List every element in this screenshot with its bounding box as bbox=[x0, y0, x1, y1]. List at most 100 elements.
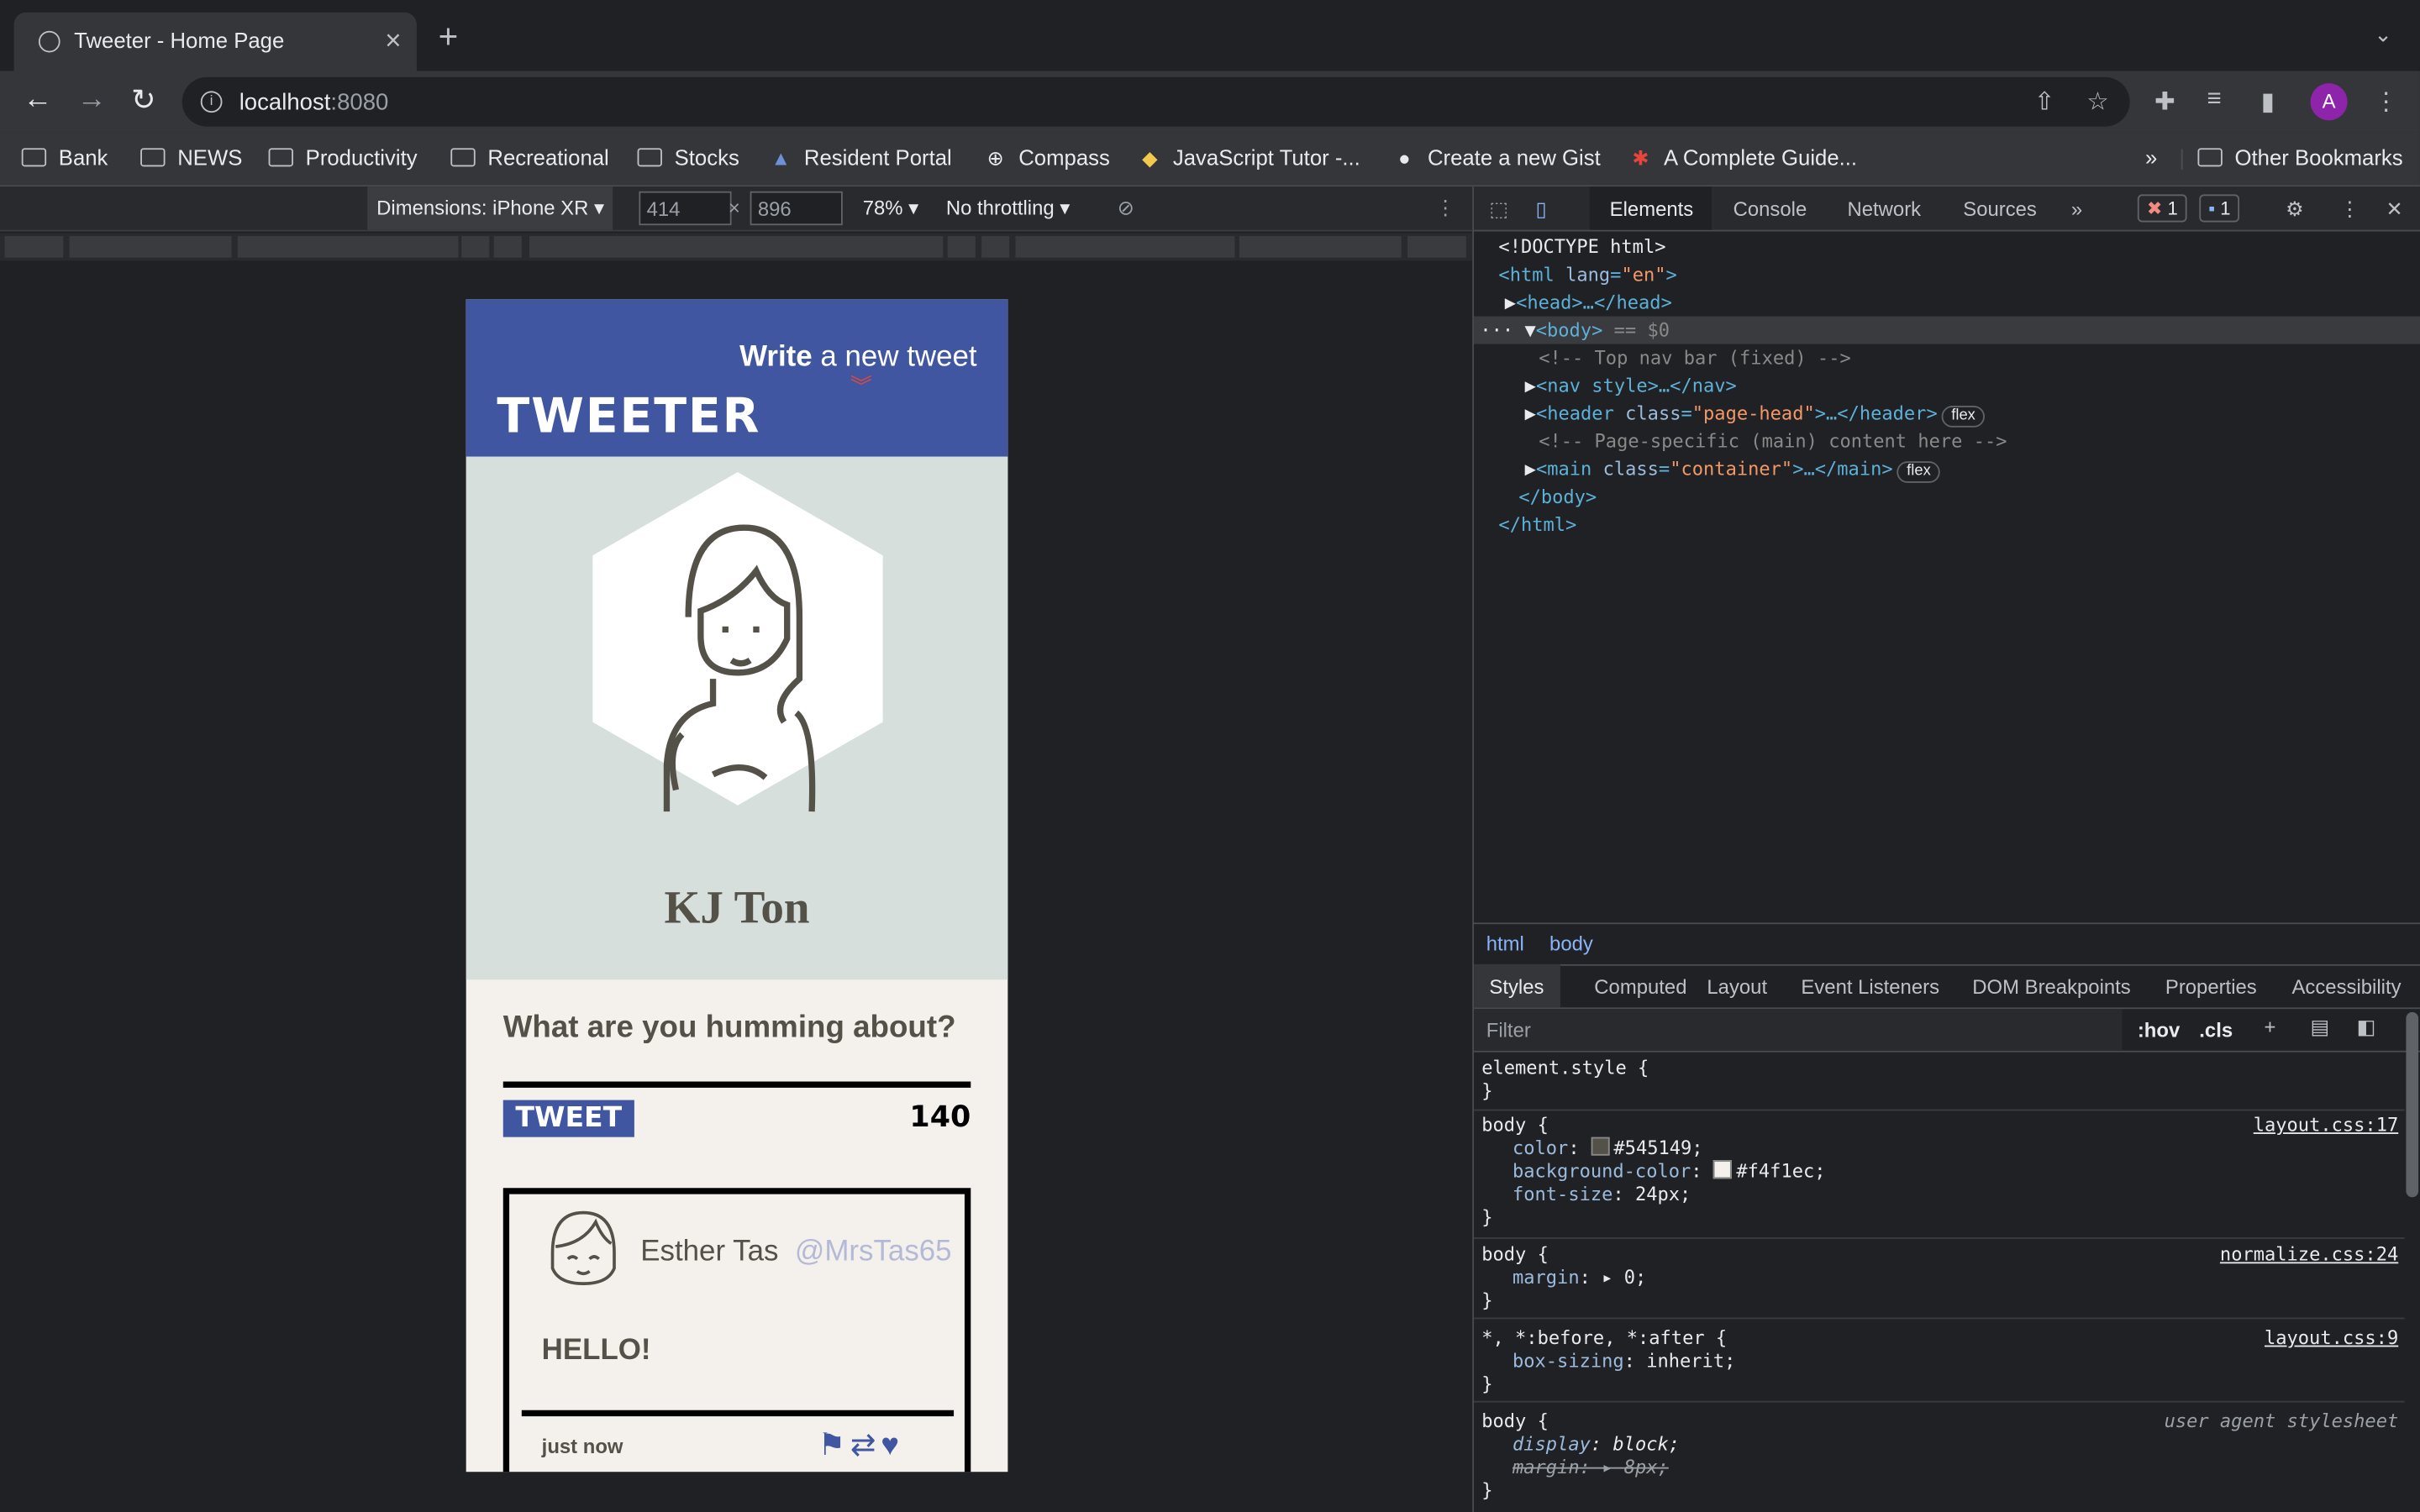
profile-avatar[interactable]: A bbox=[2310, 83, 2348, 121]
bookmark-productivity[interactable]: Productivity bbox=[268, 145, 418, 170]
browser-tab[interactable]: Tweeter - Home Page × bbox=[13, 12, 417, 71]
more-bookmarks-button[interactable]: » bbox=[2145, 145, 2157, 170]
reload-icon[interactable]: ↻ bbox=[131, 83, 155, 118]
tab-computed[interactable]: Computed bbox=[1594, 975, 1686, 999]
dom-html-open[interactable]: <html lang="en"> bbox=[1498, 260, 1676, 288]
rule-source-link[interactable]: layout.css:9 bbox=[2265, 1327, 2398, 1351]
dom-comment-main[interactable]: <!-- Page-specific (main) content here -… bbox=[1539, 428, 2007, 455]
device-height-input[interactable] bbox=[750, 191, 843, 226]
breadcrumb-body[interactable]: body bbox=[1549, 932, 1593, 955]
settings-gear-icon[interactable]: ⚙ bbox=[2286, 197, 2303, 222]
share-icon[interactable]: ⇧ bbox=[2034, 87, 2055, 118]
tab-accessibility[interactable]: Accessibility bbox=[2291, 975, 2401, 999]
hov-toggle[interactable]: :hov bbox=[2138, 1018, 2180, 1042]
device-width-input[interactable] bbox=[639, 191, 732, 226]
flag-icon[interactable]: ⚑ bbox=[818, 1429, 850, 1462]
heart-icon[interactable]: ♥ bbox=[881, 1429, 903, 1462]
extensions-icon[interactable]: ✚ bbox=[2154, 87, 2175, 118]
tab-console[interactable]: Console bbox=[1733, 197, 1807, 221]
rule-source-link[interactable]: normalize.css:24 bbox=[2220, 1243, 2398, 1267]
double-chevron-down-icon[interactable]: ︾ bbox=[847, 375, 875, 396]
bookmark-gist[interactable]: ● Create a new Gist bbox=[1394, 145, 1601, 170]
site-info-icon[interactable]: i bbox=[200, 91, 223, 113]
color-swatch[interactable] bbox=[1590, 1137, 1609, 1156]
folder-icon bbox=[637, 148, 662, 167]
side-panel-icon[interactable]: ▮ bbox=[2261, 87, 2275, 118]
rule-element-style[interactable]: element.style { } bbox=[1474, 1057, 2405, 1111]
styles-scrollbar[interactable] bbox=[2406, 1011, 2419, 1198]
new-tab-button[interactable]: + bbox=[439, 19, 459, 54]
tab-dom-breakpoints[interactable]: DOM Breakpoints bbox=[1972, 975, 2130, 999]
more-options-icon[interactable]: ⋮ bbox=[1435, 196, 1455, 220]
devtools-panel: ⬚ ▯ Elements Console Network Sources » ✖… bbox=[1472, 186, 2420, 1512]
tab-title: Tweeter - Home Page bbox=[74, 28, 285, 53]
dom-header[interactable]: ▶<header class="page-head">…</header> fle… bbox=[1525, 400, 1985, 428]
back-icon[interactable]: ← bbox=[24, 83, 53, 117]
bookmark-recreational[interactable]: Recreational bbox=[450, 145, 609, 170]
add-rule-icon[interactable]: + bbox=[2264, 1016, 2275, 1039]
close-tab-icon[interactable]: × bbox=[385, 24, 401, 57]
paint-icon[interactable]: ▤ bbox=[2311, 1016, 2330, 1040]
tab-layout[interactable]: Layout bbox=[1707, 975, 1767, 999]
rotate-icon[interactable]: ⊘ bbox=[1118, 196, 1134, 220]
rule-body-normalize[interactable]: body { normalize.css:24 margin: ▸ 0; } bbox=[1474, 1243, 2405, 1320]
flex-badge[interactable]: flex bbox=[1942, 406, 1985, 428]
breadcrumb-html[interactable]: html bbox=[1486, 932, 1524, 955]
tab-styles[interactable]: Styles bbox=[1489, 975, 1544, 999]
sidebar-toggle-icon[interactable]: ◧ bbox=[2357, 1016, 2376, 1040]
address-bar[interactable]: i localhost:8080 ⇧ ☆ bbox=[182, 76, 2130, 127]
triangle-icon: ▲ bbox=[771, 146, 792, 171]
write-tweet-link[interactable]: Write a new tweet bbox=[739, 341, 977, 375]
error-badge[interactable]: ✖ 1 bbox=[2137, 194, 2187, 223]
bookmark-complete-guide[interactable]: ✱ A Complete Guide... bbox=[1630, 145, 1857, 171]
other-bookmarks[interactable]: Other Bookmarks bbox=[2197, 145, 2403, 170]
inspect-icon[interactable]: ⬚ bbox=[1489, 197, 1508, 222]
device-toggle-icon[interactable]: ▯ bbox=[1536, 197, 1547, 222]
filter-input[interactable] bbox=[1474, 1009, 2123, 1051]
tab-elements[interactable]: Elements bbox=[1610, 197, 1694, 221]
more-tabs-icon[interactable]: » bbox=[2071, 197, 2082, 221]
dom-nav[interactable]: ▶<nav style>…</nav> bbox=[1525, 372, 1737, 400]
rule-universal[interactable]: *, *:before, *:after { layout.css:9 box-… bbox=[1474, 1327, 2405, 1403]
color-swatch[interactable] bbox=[1712, 1160, 1732, 1179]
menu-icon[interactable]: ⋮ bbox=[2374, 87, 2398, 118]
tab-properties[interactable]: Properties bbox=[2165, 975, 2257, 999]
tab-sources[interactable]: Sources bbox=[1963, 197, 2037, 221]
dom-body[interactable]: ··· ▼<body> == $0 bbox=[1480, 317, 1670, 344]
rule-source-link[interactable]: layout.css:17 bbox=[2254, 1114, 2399, 1137]
bookmark-compass[interactable]: ⊕ Compass bbox=[985, 145, 1110, 171]
bookmark-resident-portal[interactable]: ▲ Resident Portal bbox=[771, 145, 952, 170]
rule-source-ua: user agent stylesheet bbox=[2164, 1410, 2399, 1432]
device-select[interactable]: Dimensions: iPhone XR ▾ bbox=[367, 186, 613, 230]
dom-head[interactable]: ▶<head>…</head> bbox=[1505, 288, 1672, 316]
bookmark-star-icon[interactable]: ☆ bbox=[2086, 87, 2108, 118]
dom-html-close[interactable]: </html> bbox=[1498, 511, 1576, 538]
tab-strip: Tweeter - Home Page × + ⌄ bbox=[0, 0, 2420, 71]
dom-body-close[interactable]: </body> bbox=[1518, 483, 1597, 511]
throttle-select[interactable]: No throttling ▾ bbox=[946, 196, 1070, 220]
tab-search-icon[interactable]: ⌄ bbox=[2374, 22, 2392, 48]
flex-badge[interactable]: flex bbox=[1897, 461, 1940, 483]
bookmark-stocks[interactable]: Stocks bbox=[637, 145, 739, 170]
bookmark-javascript-tutor[interactable]: ◆ JavaScript Tutor -... bbox=[1139, 145, 1360, 171]
tweet-user-name: Esther Tas bbox=[640, 1236, 779, 1268]
forward-icon[interactable]: → bbox=[77, 83, 107, 117]
tab-network[interactable]: Network bbox=[1848, 197, 1922, 221]
rule-user-agent[interactable]: body { user agent stylesheet display: bl… bbox=[1474, 1410, 2405, 1506]
compose-prompt[interactable]: What are you humming about? bbox=[503, 1011, 956, 1046]
devtools-menu-icon[interactable]: ⋮ bbox=[2339, 197, 2360, 222]
close-devtools-icon[interactable]: ✕ bbox=[2386, 197, 2403, 222]
cls-toggle[interactable]: .cls bbox=[2199, 1018, 2233, 1042]
tweet-button[interactable]: TWEET bbox=[502, 1100, 634, 1137]
bookmark-news[interactable]: NEWS bbox=[140, 145, 242, 170]
retweet-icon[interactable]: ⇄ bbox=[850, 1429, 881, 1462]
media-icon[interactable]: ≡ bbox=[2207, 87, 2221, 114]
tab-event-listeners[interactable]: Event Listeners bbox=[1801, 975, 1939, 999]
message-badge[interactable]: ▪ 1 bbox=[2199, 194, 2240, 223]
bookmark-bank[interactable]: Bank bbox=[21, 145, 108, 170]
dom-comment-nav[interactable]: <!-- Top nav bar (fixed) --> bbox=[1539, 344, 1851, 372]
dom-main[interactable]: ▶<main class="container">…</main> flex bbox=[1525, 455, 1940, 483]
zoom-select[interactable]: 78% ▾ bbox=[863, 196, 918, 220]
dom-doctype[interactable]: <!DOCTYPE html> bbox=[1498, 233, 1665, 260]
rule-body-layout[interactable]: body { layout.css:17 color: #545149; bac… bbox=[1474, 1114, 2405, 1239]
